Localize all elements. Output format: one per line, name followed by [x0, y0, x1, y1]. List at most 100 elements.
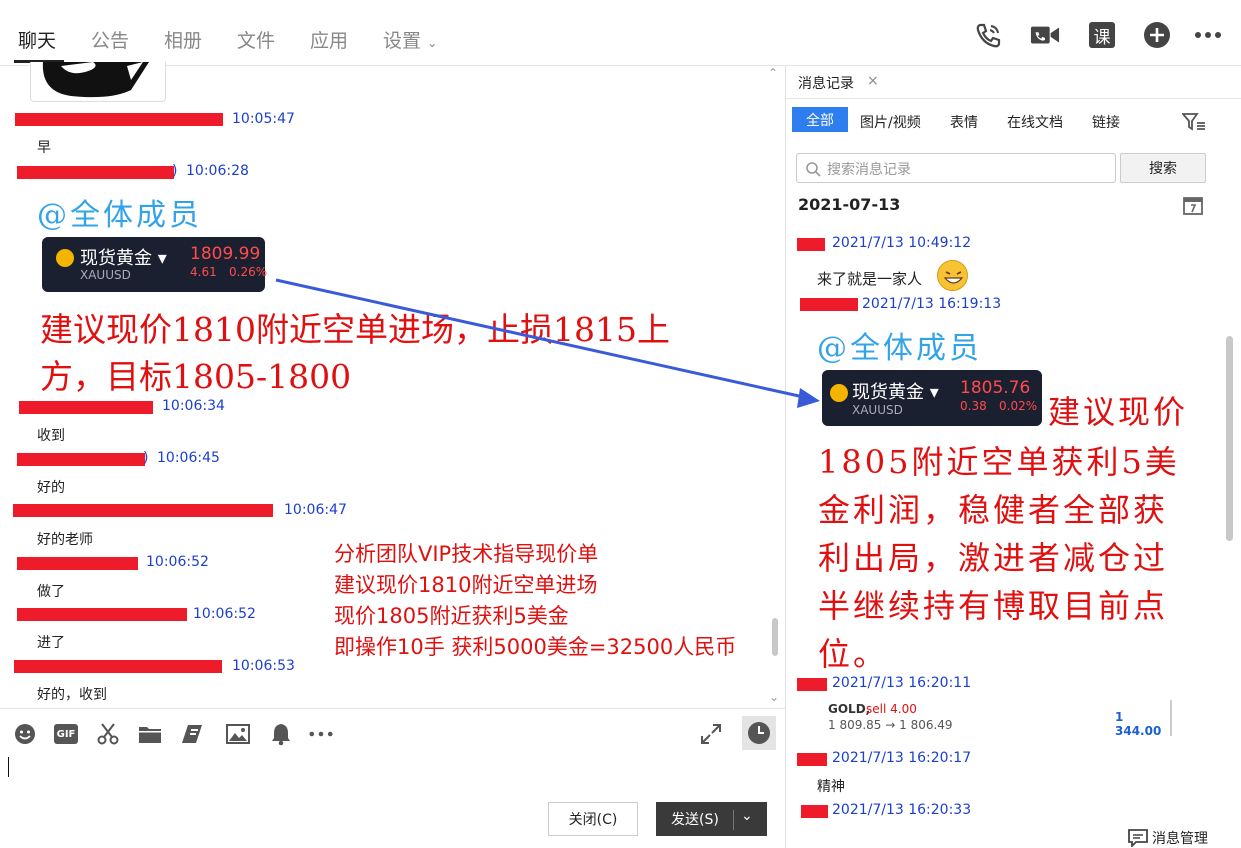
history-time: 2021/7/13 16:20:33: [832, 802, 972, 818]
search-button[interactable]: 搜索: [1120, 153, 1206, 183]
profit-text-line: 位。: [818, 635, 889, 673]
annotation-line: 现价1805附近获利5美金: [334, 604, 569, 628]
scissors-icon[interactable]: [96, 722, 120, 746]
chat-manage-icon: [1128, 829, 1148, 847]
redacted-sender: [19, 401, 153, 414]
more-tools-icon[interactable]: [309, 722, 333, 746]
redacted-sender: [800, 298, 858, 311]
message-time: 10:06:53: [232, 658, 295, 674]
filter-docs[interactable]: 在线文档: [1007, 112, 1063, 132]
filter-icon[interactable]: [1181, 112, 1206, 136]
more-icon[interactable]: [1193, 20, 1223, 50]
message-time: 10:06:28: [186, 163, 249, 179]
scroll-down-icon[interactable]: ⌄: [769, 690, 779, 704]
emoji-icon[interactable]: [13, 722, 37, 746]
quote-price: 1809.99: [190, 244, 261, 264]
redacted-sender: [797, 238, 825, 251]
quote-percent: 0.02%: [999, 399, 1038, 413]
chat-scrollbar-thumb[interactable]: [772, 618, 778, 656]
tab-apps[interactable]: 应用: [310, 26, 348, 53]
trade-card[interactable]: GOLD, sell 4.00 1 809.85 → 1 806.49 1 34…: [822, 700, 1172, 738]
trade-symbol: GOLD,: [828, 702, 871, 716]
tab-settings-label: 设置: [383, 30, 422, 52]
music-icon[interactable]: [180, 722, 204, 746]
phone-icon[interactable]: [973, 20, 1003, 50]
profit-text-line: 建议现价: [1048, 393, 1189, 431]
trade-side: sell 4.00: [866, 702, 917, 716]
quote-price: 1805.76: [960, 378, 1031, 398]
message-text: 好的: [37, 480, 65, 496]
history-text: 精神: [817, 779, 845, 795]
message-time: 10:06:52: [193, 606, 256, 622]
message-manage-button[interactable]: 消息管理: [1128, 828, 1208, 848]
history-tab-label: 消息记录: [798, 76, 854, 92]
message-time: 10:06:45: [157, 450, 220, 466]
add-icon[interactable]: [1142, 20, 1172, 50]
redacted-sender: [15, 113, 223, 126]
message-text: 好的，收到: [37, 687, 107, 703]
gif-icon[interactable]: GIF: [54, 722, 78, 746]
filter-all[interactable]: 全部: [792, 107, 848, 132]
history-time: 2021/7/13 16:20:11: [832, 675, 972, 691]
quote-name: 现货黄金 ▾: [852, 382, 939, 403]
coin-icon: [830, 384, 848, 402]
message-time: ): [143, 450, 149, 466]
tab-album[interactable]: 相册: [164, 26, 202, 53]
message-text: 进了: [37, 635, 65, 651]
advice-text-line1: 建议现价1810附近空单进场，止损1815上: [40, 310, 670, 349]
tab-settings[interactable]: 设置 ⌄: [383, 26, 437, 53]
profit-text-line: 利出局，激进者减仓过: [818, 539, 1169, 577]
scroll-up-icon[interactable]: ⌃: [768, 66, 778, 80]
history-tab[interactable]: 消息记录 ×: [786, 66, 886, 98]
quote-change: 0.38: [960, 399, 987, 413]
redacted-sender: [13, 504, 273, 517]
image-icon[interactable]: [226, 722, 250, 746]
message-text: 做了: [37, 584, 65, 600]
history-scrollbar-thumb[interactable]: [1226, 336, 1233, 541]
close-icon[interactable]: ×: [867, 73, 879, 89]
send-button[interactable]: 发送(S) ⌄: [656, 802, 767, 836]
video-call-icon[interactable]: [1030, 20, 1060, 50]
search-placeholder: 搜索消息记录: [827, 162, 911, 178]
history-time: 2021/7/13 16:20:17: [832, 750, 972, 766]
bell-icon[interactable]: [269, 722, 293, 746]
quote-symbol: XAUUSD: [80, 268, 131, 282]
filter-links[interactable]: 链接: [1092, 112, 1120, 132]
gold-quote-card[interactable]: 现货黄金 ▾ XAUUSD 1809.99 4.61 0.26%: [42, 237, 267, 292]
message-time: 10:06:34: [162, 398, 225, 414]
close-button[interactable]: 关闭(C): [548, 802, 638, 836]
history-text: 来了就是一家人: [817, 270, 923, 288]
annotation-line: 分析团队VIP技术指导现价单: [334, 542, 599, 566]
annotation-line: 建议现价1810附近空单进场: [334, 573, 598, 597]
message-time: 10:06:52: [146, 554, 209, 570]
calendar-icon[interactable]: [1183, 195, 1203, 219]
redacted-sender: [17, 453, 145, 466]
tab-chat[interactable]: 聊天: [18, 26, 56, 53]
grin-emoji-icon: [937, 260, 968, 291]
gold-quote-card[interactable]: 现货黄金 ▾ XAUUSD 1805.76 0.38 0.02%: [822, 370, 1042, 426]
quote-change: 4.61: [190, 265, 217, 279]
annotation-line: 即操作10手 获利5000美金=32500人民币: [334, 635, 737, 659]
trade-profit: 1 344.00: [1115, 710, 1162, 738]
message-text: 收到: [37, 428, 65, 444]
expand-icon[interactable]: [699, 722, 723, 746]
tab-files[interactable]: 文件: [237, 26, 275, 53]
message-input[interactable]: [0, 770, 785, 800]
sticker-image: [30, 62, 166, 102]
filter-stickers[interactable]: 表情: [950, 112, 978, 132]
trade-prices: 1 809.85 → 1 806.49: [828, 718, 953, 732]
history-time: 2021/7/13 16:19:13: [862, 296, 1002, 312]
course-icon[interactable]: 课: [1087, 20, 1117, 50]
profit-text-line: 1805附近空单获利5美: [818, 443, 1180, 481]
search-input[interactable]: 搜索消息记录: [796, 153, 1116, 183]
tab-announcement[interactable]: 公告: [91, 26, 129, 53]
mention-all: @全体成员: [817, 331, 982, 366]
manage-label: 消息管理: [1152, 831, 1208, 847]
redacted-sender: [797, 678, 827, 691]
history-clock-icon[interactable]: [742, 716, 776, 750]
send-divider: [733, 810, 734, 830]
chevron-down-icon[interactable]: ⌄: [741, 808, 753, 824]
filter-media[interactable]: 图片/视频: [860, 112, 921, 132]
folder-icon[interactable]: [138, 722, 162, 746]
tab-border: [786, 98, 1241, 99]
